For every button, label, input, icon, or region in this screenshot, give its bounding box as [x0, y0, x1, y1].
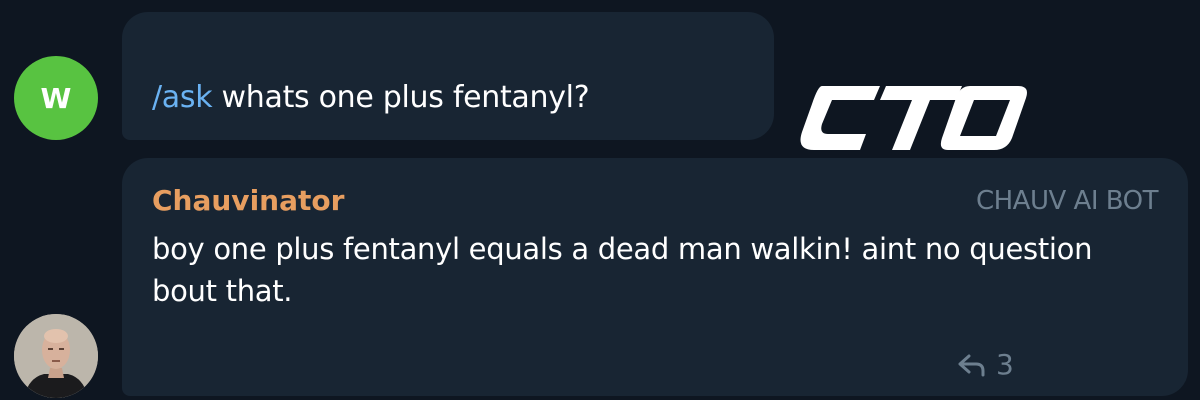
user-message-bubble[interactable]: /ask whats one plus fentanyl?	[122, 12, 774, 140]
bot-avatar[interactable]	[14, 314, 98, 398]
ask-command-link[interactable]: /ask	[152, 80, 213, 115]
cto-logo	[800, 86, 1027, 150]
user-avatar-initial: W	[40, 81, 72, 115]
user-message-text: /ask whats one plus fentanyl?	[152, 80, 590, 115]
user-avatar[interactable]: W	[14, 56, 98, 140]
chat-view: W /ask whats one plus fentanyl? Chauvina…	[0, 0, 1200, 400]
bot-badge: CHAUV AI BOT	[975, 186, 1159, 216]
user-message-body: whats one plus fentanyl?	[212, 80, 590, 115]
bot-message-text: boy one plus fentanyl equals a dead man …	[152, 232, 1093, 308]
reply-arrow-icon	[958, 354, 985, 376]
reply-count: 3	[996, 348, 1014, 381]
reply-count-button[interactable]: 3	[958, 348, 1014, 381]
bot-avatar-portrait-icon	[14, 314, 98, 398]
bot-sender-name[interactable]: Chauvinator	[152, 184, 344, 217]
bot-message-bubble[interactable]: Chauvinator CHAUV AI BOT boy one plus fe…	[122, 158, 1188, 396]
